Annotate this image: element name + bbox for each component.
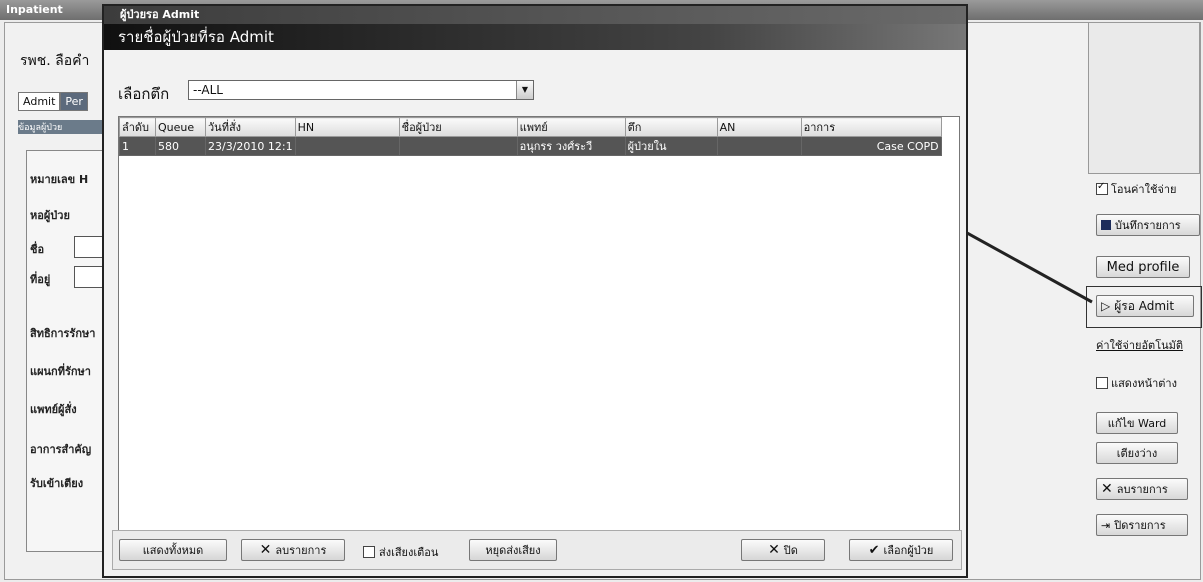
empty-bed-button[interactable]: เตียงว่าง xyxy=(1096,442,1178,464)
select-patient-label: เลือกผู้ป่วย xyxy=(883,544,934,557)
close-icon: ✕ xyxy=(259,542,272,558)
waiting-admit-dialog: ผู้ป่วยรอ Admit รายชื่อผู้ป่วยที่รอ Admi… xyxy=(102,4,968,578)
checkbox-icon xyxy=(363,546,375,558)
column-header-order-date[interactable]: วันที่สั่ง xyxy=(205,117,296,137)
save-button[interactable]: บันทึกรายการ xyxy=(1096,214,1200,236)
column-header-hn[interactable]: HN xyxy=(294,117,400,137)
column-header-symptom[interactable]: อาการ xyxy=(800,117,942,137)
save-label: บันทึกรายการ xyxy=(1115,219,1181,232)
label-rights: สิทธิการรักษา xyxy=(30,327,96,340)
label-hn: หมายเลข H xyxy=(30,173,89,186)
column-header-queue[interactable]: Queue xyxy=(155,117,206,137)
column-header-doctor[interactable]: แพทย์ xyxy=(516,117,626,137)
dialog-heading: รายชื่อผู้ป่วยที่รอ Admit xyxy=(104,24,966,50)
close-icon: ✕ xyxy=(768,542,780,558)
sidebar-delete-label: ลบรายการ xyxy=(1116,483,1168,496)
dialog-button-bar: แสดงทั้งหมด ✕ ลบรายการ ส่งเสียงเตือน หยุ… xyxy=(112,530,962,570)
transfer-expense-checkbox[interactable]: โอนค่าใช้จ่าย xyxy=(1096,180,1176,198)
cell-hn xyxy=(294,136,400,156)
table-header-row: ลำดับ Queue วันที่สั่ง HN ชื่อผู้ป่วย แพ… xyxy=(119,117,942,137)
transfer-expense-label: โอนค่าใช้จ่าย xyxy=(1111,183,1177,196)
photo-preview xyxy=(1088,22,1200,174)
select-patient-button[interactable]: ✔ เลือกผู้ป่วย xyxy=(849,539,953,561)
delete-button[interactable]: ✕ ลบรายการ xyxy=(241,539,345,561)
show-all-button[interactable]: แสดงทั้งหมด xyxy=(119,539,227,561)
checkbox-icon xyxy=(1096,181,1108,195)
label-address: ที่อยู่ xyxy=(30,273,51,286)
delete-label: ลบรายการ xyxy=(275,544,327,557)
column-header-patient-name[interactable]: ชื่อผู้ป่วย xyxy=(398,117,518,137)
tab-admit[interactable]: Admit xyxy=(18,92,61,111)
column-header-order[interactable]: ลำดับ xyxy=(119,117,156,137)
close-icon: ✕ xyxy=(1101,481,1113,497)
sound-alert-label: ส่งเสียงเตือน xyxy=(379,546,439,559)
med-profile-button[interactable]: Med profile xyxy=(1096,256,1190,278)
patient-table: ลำดับ Queue วันที่สั่ง HN ชื่อผู้ป่วย แพ… xyxy=(119,117,942,156)
cell-patient-name xyxy=(398,136,518,156)
show-window-label: แสดงหน้าต่าง xyxy=(1111,377,1177,390)
close-case-label: ปิดรายการ xyxy=(1114,519,1166,532)
edit-ward-button[interactable]: แก้ไข Ward xyxy=(1096,412,1178,434)
ward-select[interactable]: --ALL ▼ xyxy=(188,80,534,100)
chevron-down-icon[interactable]: ▼ xyxy=(516,81,533,99)
cell-symptom: Case COPD xyxy=(800,136,942,156)
table-row[interactable]: 1 580 23/3/2010 12:1 อนุกรร วงศ์ระวี ผู้… xyxy=(119,136,942,156)
waiting-admit-button[interactable]: ▷ ผู้รอ Admit xyxy=(1096,295,1194,317)
cell-ward: ผู้ป่วยใน xyxy=(624,136,718,156)
auto-expense-link[interactable]: ค่าใช้จ่ายอัตโนมัติ xyxy=(1096,336,1183,354)
column-header-an[interactable]: AN xyxy=(716,117,802,137)
cell-doctor: อนุกรร วงศ์ระวี xyxy=(516,136,626,156)
checkbox-icon xyxy=(1096,377,1108,389)
ward-select-label: เลือกตึก xyxy=(118,85,170,103)
show-window-checkbox[interactable]: แสดงหน้าต่าง xyxy=(1096,374,1177,392)
close-label: ปิด xyxy=(783,544,798,557)
label-bed: รับเข้าเตียง xyxy=(30,477,84,490)
label-doctor: แพทย์ผู้สั่ง xyxy=(30,403,77,416)
exit-icon: ⇥ xyxy=(1101,518,1111,532)
patient-info-strip: ข้อมูลผู้ป่วย xyxy=(18,120,108,134)
label-name: ชื่อ xyxy=(30,243,45,256)
arrow-icon: ▷ xyxy=(1101,299,1111,313)
label-ward: หอผู้ป่วย xyxy=(30,209,70,222)
label-symptom: อาการสำคัญ xyxy=(30,443,92,456)
dialog-window-title: ผู้ป่วยรอ Admit xyxy=(104,6,966,24)
waiting-admit-label: ผู้รอ Admit xyxy=(1114,298,1175,313)
tab-per[interactable]: Per xyxy=(60,92,88,111)
sound-alert-checkbox[interactable]: ส่งเสียงเตือน xyxy=(363,543,438,561)
cell-order-date: 23/3/2010 12:1 xyxy=(205,136,296,156)
background-app-title: Inpatient xyxy=(6,3,63,16)
cell-queue: 580 xyxy=(155,136,206,156)
stop-sound-button[interactable]: หยุดส่งเสียง xyxy=(469,539,557,561)
close-case-button[interactable]: ⇥ ปิดรายการ xyxy=(1096,514,1188,536)
cell-an xyxy=(716,136,802,156)
close-button[interactable]: ✕ ปิด xyxy=(741,539,825,561)
column-header-ward[interactable]: ตึก xyxy=(624,117,718,137)
ward-select-value: --ALL xyxy=(193,83,223,97)
cell-order: 1 xyxy=(119,136,156,156)
floppy-icon xyxy=(1101,220,1111,230)
label-department: แผนกที่รักษา xyxy=(30,365,91,378)
sidebar-delete-button[interactable]: ✕ ลบรายการ xyxy=(1096,478,1188,500)
check-icon: ✔ xyxy=(868,542,880,558)
patient-grid: ลำดับ Queue วันที่สั่ง HN ชื่อผู้ป่วย แพ… xyxy=(118,116,960,538)
hospital-name: รพช. ลือคำ xyxy=(20,53,90,69)
background-tabs: Admit Per xyxy=(18,92,88,111)
